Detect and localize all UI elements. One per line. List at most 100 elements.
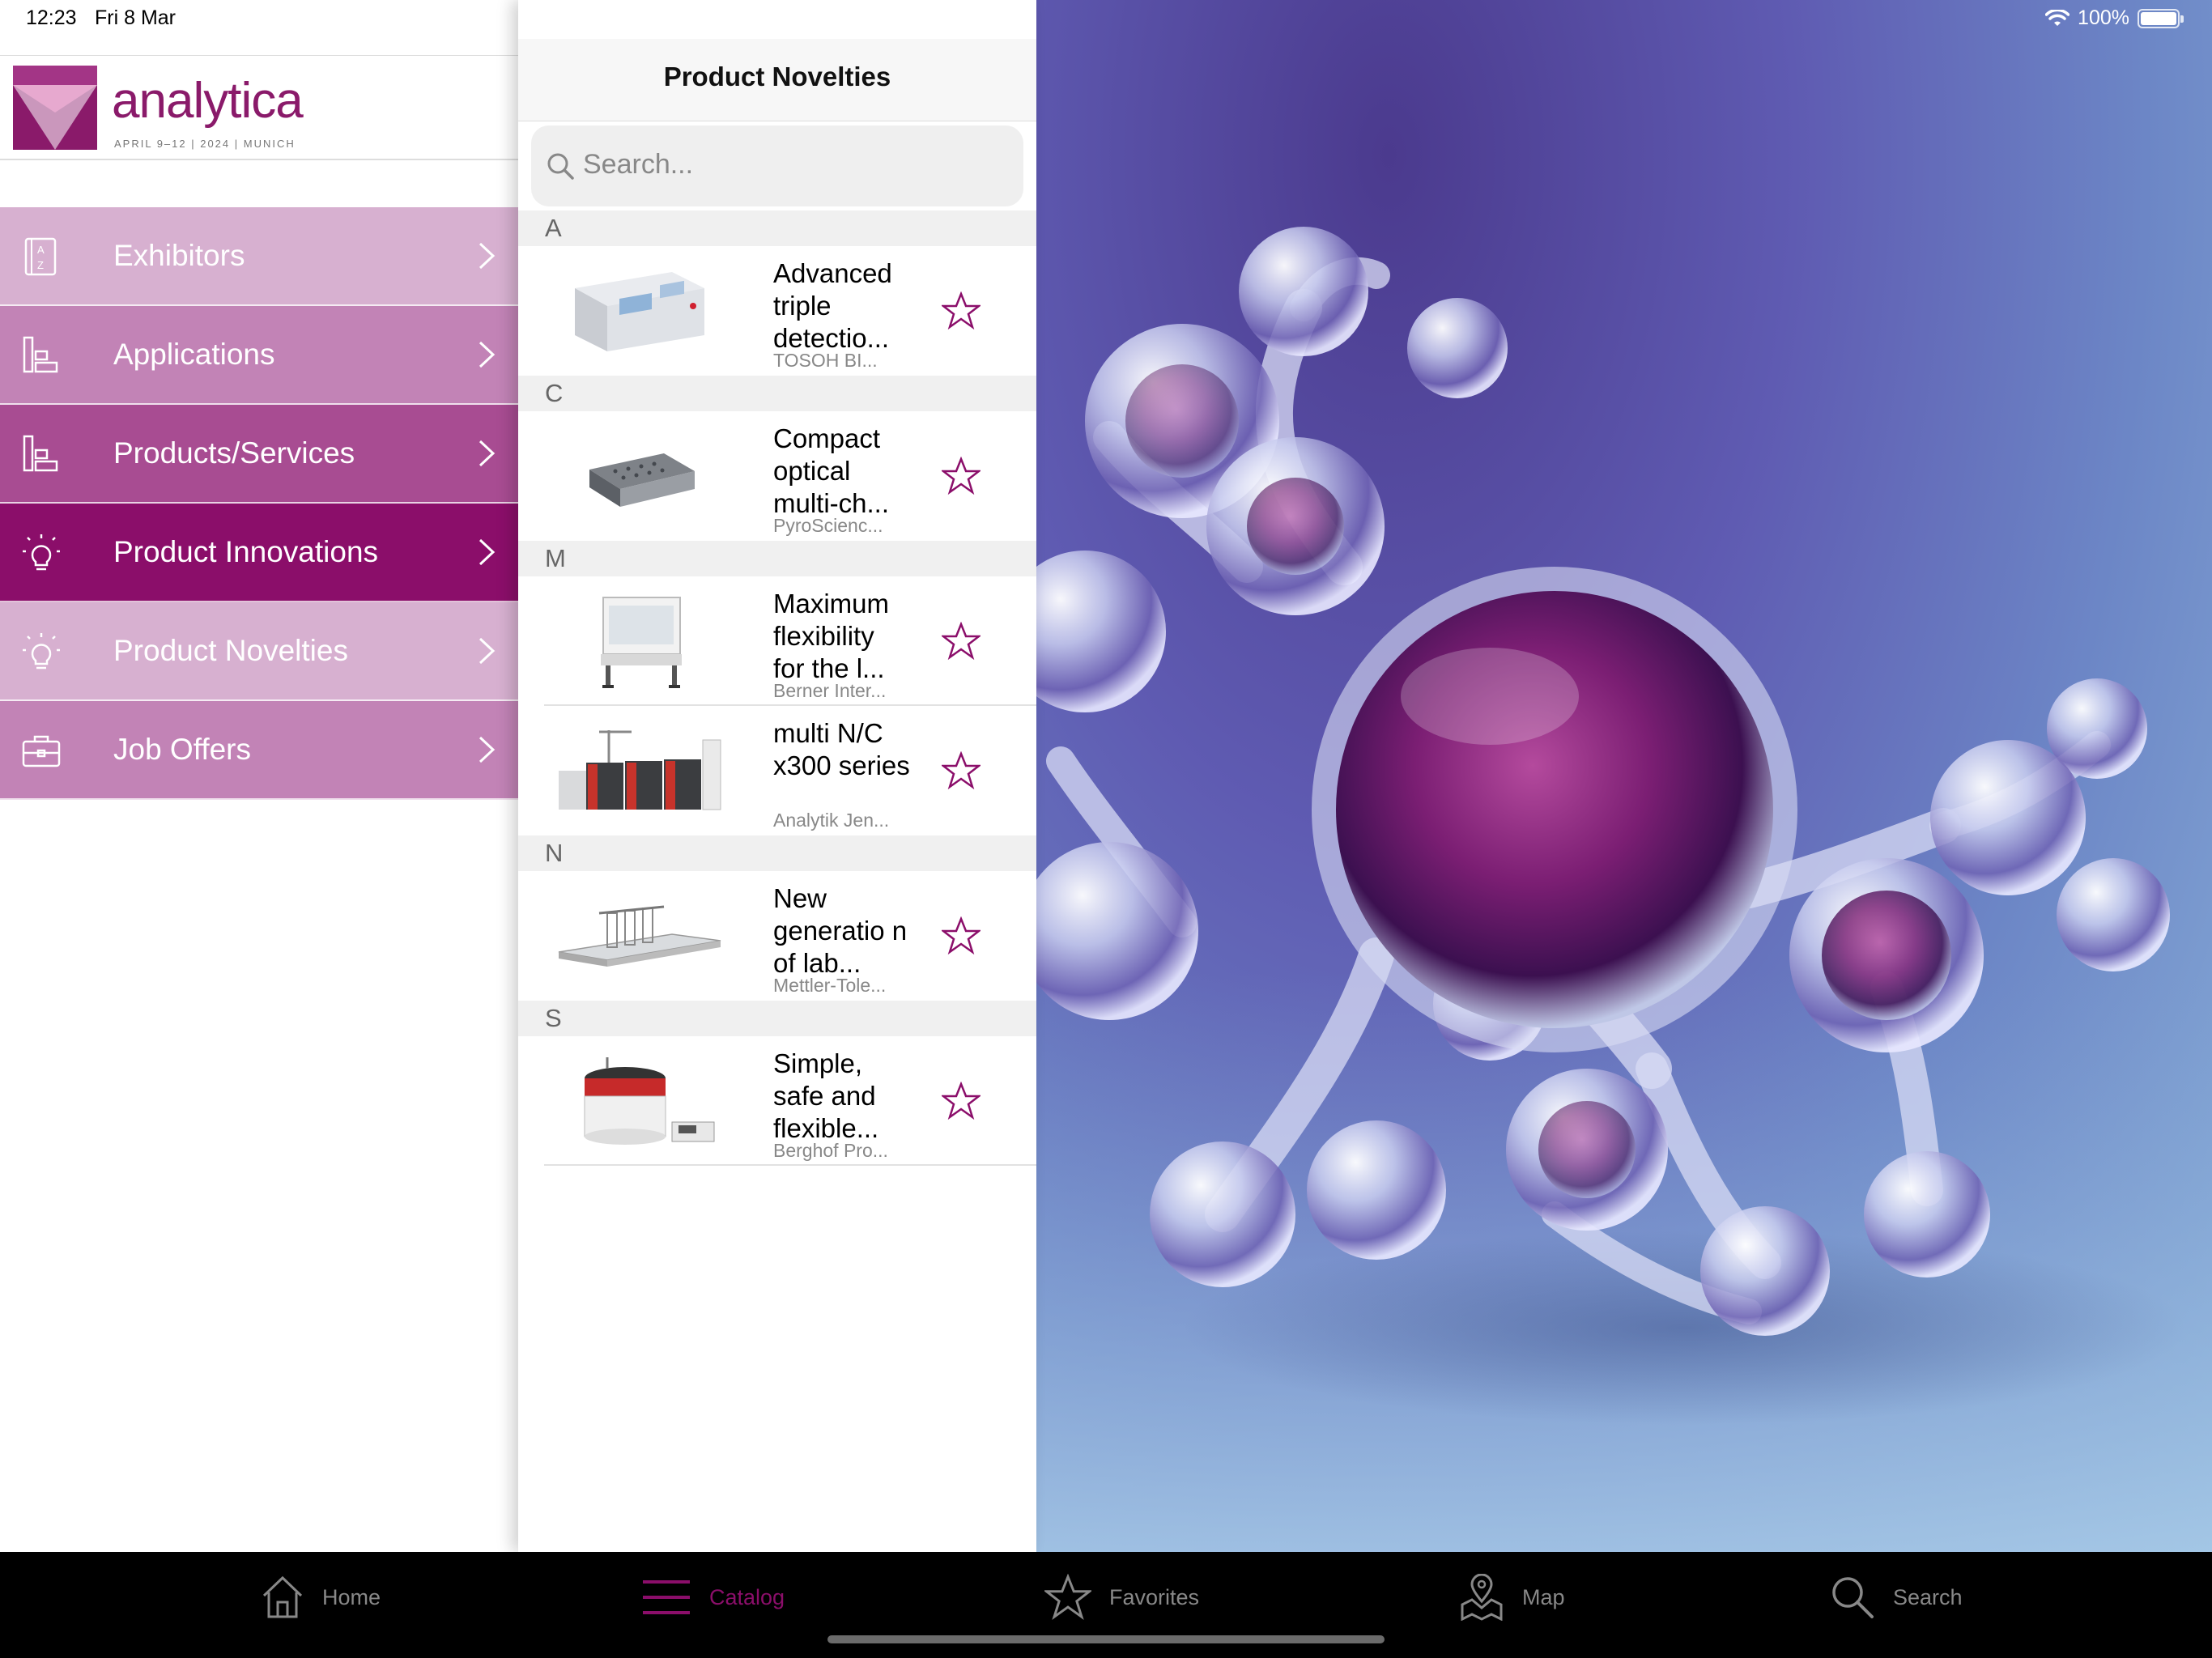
menu-label: Job Offers	[113, 733, 252, 766]
status-right: 100%	[2045, 6, 2184, 30]
hero-molecule-image	[1036, 0, 2212, 1552]
product-company: TOSOH BI...	[773, 350, 878, 371]
menu-item-products-services[interactable]: Products/Services	[0, 405, 518, 504]
menu-label: Products/Services	[113, 436, 355, 470]
product-company: Berner Inter...	[773, 680, 887, 701]
battery-percent: 100%	[2078, 6, 2129, 29]
status-bar: 12:23 Fri 8 Mar 100%	[0, 0, 2212, 39]
tab-home[interactable]: Home	[261, 1571, 381, 1623]
briefcase-icon	[22, 735, 61, 767]
product-thumbnail	[558, 905, 721, 967]
tab-map[interactable]: Map	[1459, 1571, 1565, 1623]
product-title: multi N/C x300 series	[773, 718, 910, 780]
favorite-star-icon[interactable]	[942, 1082, 981, 1120]
panel-title: Product Novelties	[663, 62, 891, 91]
product-thumbnail	[584, 1057, 715, 1145]
wifi-icon	[2045, 9, 2070, 26]
screen: 12:23 Fri 8 Mar 100% analytica APRIL 9–1…	[0, 0, 2212, 1658]
menu-label: Product Innovations	[113, 535, 379, 568]
list-item[interactable]: Compact optical multi-ch... PyroScienc..…	[518, 411, 1036, 541]
menu-label: Exhibitors	[113, 239, 245, 272]
sidebar: analytica APRIL 9–12 | 2024 | MUNICH A Z…	[0, 0, 518, 1552]
product-title: New generatio n of lab...	[773, 883, 908, 978]
chevron-right-icon	[479, 538, 496, 566]
tab-label: Favorites	[1109, 1584, 1200, 1609]
list-item[interactable]: Advanced triple detectio... TOSOH BI...	[518, 246, 1036, 376]
logo-name: analytica	[112, 73, 304, 129]
products-icon	[23, 435, 58, 472]
menu-item-job-offers[interactable]: Job Offers	[0, 701, 518, 800]
logo-area: analytica APRIL 9–12 | 2024 | MUNICH	[0, 55, 518, 160]
product-novelties-panel: Product Novelties Search... A Advanced t…	[518, 0, 1036, 1552]
product-title: Simple, safe and flexible...	[773, 1048, 879, 1143]
product-company: Analytik Jen...	[773, 810, 890, 831]
search-icon	[1832, 1577, 1874, 1618]
list-item[interactable]: multi N/C x300 series Analytik Jen...	[518, 706, 1036, 835]
logo-tagline: APRIL 9–12 | 2024 | MUNICH	[114, 138, 296, 150]
list-item[interactable]: New generatio n of lab... Mettler-Tole..…	[518, 871, 1036, 1001]
status-time: 12:23	[26, 6, 77, 29]
favorite-star-icon[interactable]	[942, 291, 981, 330]
section-header: N	[518, 835, 1036, 871]
svg-text:A: A	[37, 244, 45, 256]
list-item[interactable]: Simple, safe and flexible... Berghof Pro…	[518, 1036, 1036, 1166]
svg-text:Z: Z	[37, 259, 44, 271]
menu-item-exhibitors[interactable]: A Z Exhibitors	[0, 207, 518, 306]
tab-search[interactable]: Search	[1830, 1571, 1963, 1623]
favorite-star-icon[interactable]	[942, 751, 981, 790]
molecule-illustration	[1036, 227, 2212, 1552]
product-thumbnail	[559, 730, 721, 810]
lightbulb-icon	[23, 534, 60, 571]
search-placeholder: Search...	[583, 149, 694, 180]
novelties-list: A Advanced triple detectio... TOSOH BI..…	[518, 210, 1036, 1166]
chevron-right-icon	[479, 341, 496, 368]
search-icon	[547, 153, 574, 180]
product-thumbnail	[601, 597, 682, 688]
product-title: Advanced triple detectio...	[773, 258, 892, 353]
chevron-right-icon	[479, 637, 496, 665]
az-directory-icon: A Z	[24, 237, 57, 276]
chevron-right-icon	[479, 736, 496, 763]
menu-item-applications[interactable]: Applications	[0, 306, 518, 405]
chevron-right-icon	[479, 242, 496, 270]
favorite-star-icon[interactable]	[942, 622, 981, 661]
product-company: PyroScienc...	[773, 515, 883, 536]
favorite-star-icon[interactable]	[942, 457, 981, 495]
list-item[interactable]: Maximum flexibility for the l... Berner …	[518, 576, 1036, 706]
menu-label: Product Novelties	[113, 634, 348, 667]
analytica-logo-icon	[13, 66, 97, 150]
product-company: Mettler-Tole...	[773, 975, 887, 996]
catalog-icon	[643, 1580, 690, 1614]
panel-header: Product Novelties	[518, 39, 1036, 121]
menu-item-product-novelties[interactable]: Product Novelties	[0, 602, 518, 701]
search-input[interactable]: Search...	[531, 125, 1023, 206]
tab-label: Map	[1522, 1584, 1565, 1609]
star-icon	[1044, 1574, 1091, 1621]
favorite-star-icon[interactable]	[942, 916, 981, 955]
tab-label: Home	[322, 1584, 381, 1609]
product-company: Berghof Pro...	[773, 1140, 888, 1161]
tab-label: Catalog	[709, 1584, 785, 1609]
tab-catalog[interactable]: Catalog	[641, 1571, 785, 1623]
product-title: Maximum flexibility for the l...	[773, 589, 890, 683]
product-thumbnail	[589, 453, 695, 507]
section-header: A	[518, 210, 1036, 246]
map-icon	[1461, 1574, 1503, 1621]
tab-label: Search	[1893, 1584, 1963, 1609]
menu-item-product-innovations[interactable]: Product Innovations	[0, 504, 518, 602]
chevron-right-icon	[479, 440, 496, 467]
menu-label: Applications	[113, 338, 275, 371]
main-menu: A Z Exhibitors Applications Products/Ser…	[0, 207, 518, 800]
status-date: Fri 8 Mar	[95, 6, 176, 29]
battery-icon	[2138, 8, 2184, 28]
section-header: S	[518, 1001, 1036, 1036]
lightbulb-icon	[23, 633, 60, 670]
applications-icon	[23, 336, 58, 373]
product-thumbnail	[575, 272, 704, 351]
home-icon	[262, 1575, 303, 1618]
section-header: C	[518, 376, 1036, 411]
product-title: Compact optical multi-ch...	[773, 423, 890, 518]
tab-favorites[interactable]: Favorites	[1044, 1571, 1199, 1623]
home-indicator[interactable]	[827, 1635, 1385, 1643]
section-header: M	[518, 541, 1036, 576]
